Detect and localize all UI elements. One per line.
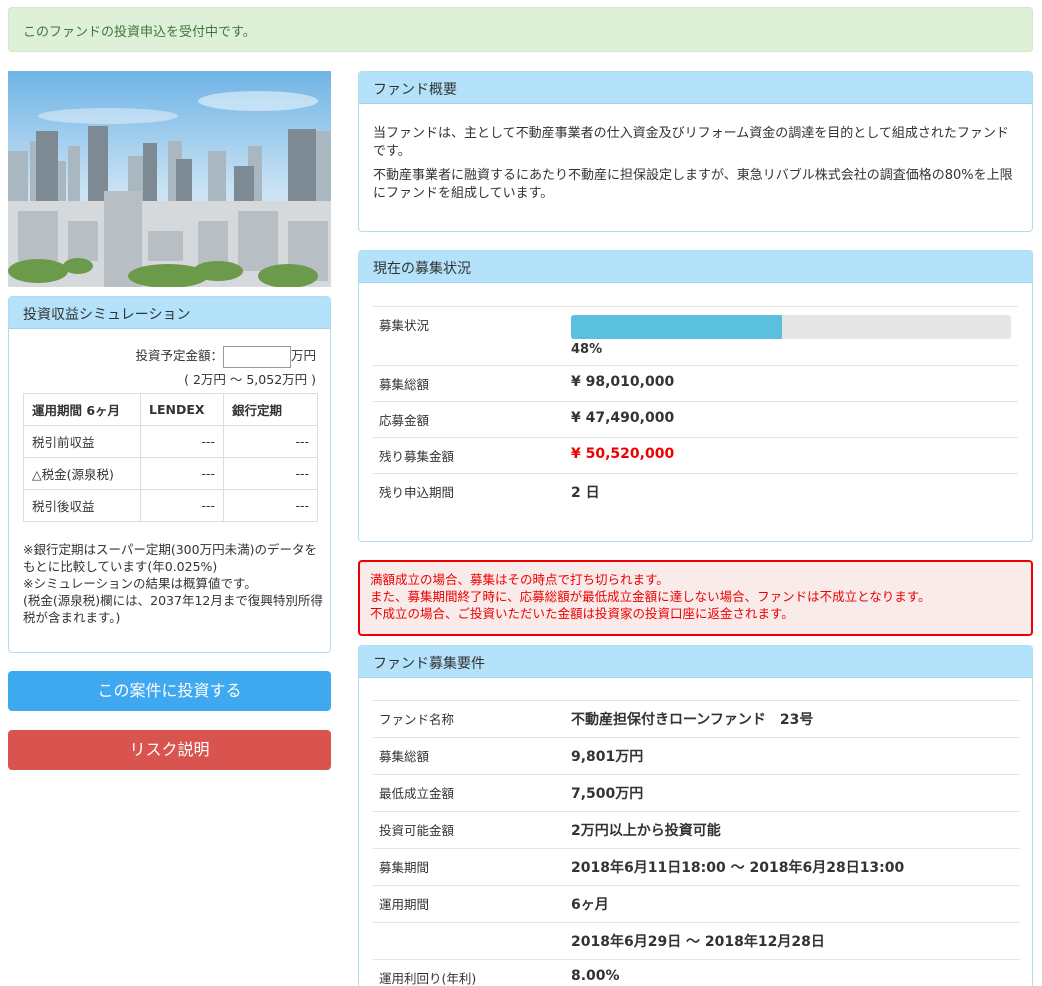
status-title: 現在の募集状況 bbox=[359, 251, 1032, 283]
fund-terms-panel: ファンド募集要件 ファンド名称 不動産担保付きローンファンド 23号 募集総額 9,… bbox=[358, 645, 1033, 986]
row-label: 募集総額 bbox=[379, 749, 430, 764]
simulation-title: 投資収益シミュレーション bbox=[9, 297, 330, 329]
row-label: 運用期間 bbox=[379, 897, 430, 912]
table-header: LENDEX bbox=[140, 393, 224, 426]
row-label: 運用利回り(年利) bbox=[379, 971, 477, 986]
table-row: △税金(源泉税) --- --- bbox=[23, 457, 318, 490]
table-row: 税引前収益 --- --- bbox=[23, 425, 318, 458]
row-value: 2 日 bbox=[571, 485, 600, 501]
row-value: 2万円以上から投資可能 bbox=[571, 823, 721, 839]
progress-bar bbox=[571, 315, 1011, 339]
risk-explanation-button[interactable]: リスク説明 bbox=[8, 730, 331, 770]
table-row: 残り申込期間 2 日 bbox=[373, 473, 1018, 511]
fund-cover-image bbox=[8, 71, 331, 287]
row-value: 2018年6月29日 ～ 2018年12月28日 bbox=[571, 934, 825, 950]
warning-line: 不成立の場合、ご投資いただいた金額は投資家の投資口座に返金されます。 bbox=[370, 606, 794, 621]
table-row: 募集期間 2018年6月11日18:00 ～ 2018年6月28日13:00 bbox=[373, 848, 1020, 886]
terms-title: ファンド募集要件 bbox=[359, 646, 1032, 678]
status-notice: このファンドの投資申込を受付中です。 bbox=[8, 7, 1033, 52]
row-value: ¥ 47,490,000 bbox=[571, 410, 675, 426]
fund-overview-panel: ファンド概要 当ファンドは、主として不動産事業者の仕入資金及びリフォーム資金の調… bbox=[358, 71, 1033, 232]
row-label: 募集期間 bbox=[379, 860, 430, 875]
table-row: 運用利回り(年利) 8.00% bbox=[373, 959, 1020, 986]
bank-value: --- bbox=[223, 457, 318, 490]
row-label bbox=[373, 923, 565, 960]
row-value: 9,801万円 bbox=[571, 749, 644, 765]
table-row: ファンド名称 不動産担保付きローンファンド 23号 bbox=[373, 700, 1020, 738]
row-label: 最低成立金額 bbox=[379, 786, 455, 801]
table-row: 応募金額 ¥ 47,490,000 bbox=[373, 401, 1018, 438]
row-value: 6ヶ月 bbox=[571, 897, 609, 913]
recruitment-status-panel: 現在の募集状況 募集状況 48% 募集総額 ¥ 98,010,000 応募金額 … bbox=[358, 250, 1033, 542]
note: ※シミュレーションの結果は概算値です。 bbox=[23, 576, 257, 591]
terms-table: ファンド名称 不動産担保付きローンファンド 23号 募集総額 9,801万円 最低成… bbox=[373, 700, 1020, 986]
row-label: △税金(源泉税) bbox=[23, 457, 141, 490]
row-value: ¥ 98,010,000 bbox=[571, 374, 675, 390]
row-label: 税引後収益 bbox=[23, 489, 141, 522]
table-row: 募集状況 48% bbox=[373, 306, 1018, 366]
bank-value: --- bbox=[223, 425, 318, 458]
row-label: 残り申込期間 bbox=[379, 485, 455, 500]
table-row: 募集総額 ¥ 98,010,000 bbox=[373, 365, 1018, 402]
row-label: 残り募集金額 bbox=[379, 449, 455, 464]
investment-amount-row: 投資予定金額： 万円 bbox=[135, 345, 316, 368]
simulation-notes: ※銀行定期はスーパー定期(300万円未満)のデータをもとに比較しています(年0.… bbox=[23, 541, 323, 626]
table-header: 銀行定期 bbox=[223, 393, 318, 426]
investment-amount-unit: 万円 bbox=[290, 348, 316, 363]
table-row: 税引後収益 --- --- bbox=[23, 489, 318, 522]
row-value: 2018年6月11日18:00 ～ 2018年6月28日13:00 bbox=[571, 860, 905, 876]
invest-button[interactable]: この案件に投資する bbox=[8, 671, 331, 711]
progress-percent: 48% bbox=[571, 342, 603, 357]
remaining-amount-value: ¥ 50,520,000 bbox=[571, 446, 675, 462]
table-row: 残り募集金額 ¥ 50,520,000 bbox=[373, 437, 1018, 474]
lendex-value: --- bbox=[140, 489, 224, 522]
status-table: 募集状況 48% 募集総額 ¥ 98,010,000 応募金額 ¥ 47,490… bbox=[373, 306, 1018, 510]
investment-amount-range: ( 2万円 ～ 5,052万円 ) bbox=[184, 372, 316, 387]
row-label: 募集総額 bbox=[379, 377, 430, 392]
table-row: 投資可能金額 2万円以上から投資可能 bbox=[373, 811, 1020, 849]
warning-line: 満額成立の場合、募集はその時点で打ち切られます。 bbox=[370, 572, 669, 587]
bank-value: --- bbox=[223, 489, 318, 522]
table-row: 募集総額 9,801万円 bbox=[373, 737, 1020, 775]
row-label: ファンド名称 bbox=[379, 712, 455, 727]
row-label: 応募金額 bbox=[379, 413, 430, 428]
warning-line: また、募集期間終了時に、応募総額が最低成立金額に達しない場合、ファンドは不成立と… bbox=[370, 589, 931, 604]
overview-paragraph: 不動産事業者に融資するにあたり不動産に担保設定しますが、東急リバブル株式会社の調… bbox=[373, 168, 1013, 201]
table-header: 運用期間 6ヶ月 bbox=[23, 393, 141, 426]
note: (税金(源泉税)欄には、2037年12月まで復興特別所得税が含まれます。) bbox=[23, 593, 323, 625]
overview-title: ファンド概要 bbox=[359, 72, 1032, 104]
investment-simulation-panel: 投資収益シミュレーション 投資予定金額： 万円 ( 2万円 ～ 5,052万円 )… bbox=[8, 296, 331, 653]
row-value: 不動産担保付きローンファンド 23号 bbox=[571, 712, 814, 728]
warning-box: 満額成立の場合、募集はその時点で打ち切られます。 また、募集期間終了時に、応募総… bbox=[358, 560, 1033, 636]
investment-amount-input[interactable] bbox=[222, 345, 291, 368]
progress-label: 募集状況 bbox=[379, 318, 430, 333]
note: ※銀行定期はスーパー定期(300万円未満)のデータをもとに比較しています(年0.… bbox=[23, 542, 317, 574]
investment-amount-label: 投資予定金額： bbox=[135, 348, 223, 363]
table-row: 運用期間 6ヶ月 bbox=[373, 885, 1020, 923]
lendex-value: --- bbox=[140, 457, 224, 490]
table-row: 2018年6月29日 ～ 2018年12月28日 bbox=[373, 922, 1020, 960]
progress-fill bbox=[571, 315, 783, 339]
overview-paragraph: 当ファンドは、主として不動産事業者の仕入資金及びリフォーム資金の調達を目的として… bbox=[373, 126, 1009, 159]
table-row: 最低成立金額 7,500万円 bbox=[373, 774, 1020, 812]
row-label: 投資可能金額 bbox=[379, 823, 455, 838]
row-label: 税引前収益 bbox=[23, 425, 141, 458]
simulation-table: 運用期間 6ヶ月 LENDEX 銀行定期 税引前収益 --- --- △税金(源… bbox=[23, 393, 318, 522]
row-value: 8.00% bbox=[571, 968, 620, 984]
lendex-value: --- bbox=[140, 425, 224, 458]
row-value: 7,500万円 bbox=[571, 786, 644, 802]
